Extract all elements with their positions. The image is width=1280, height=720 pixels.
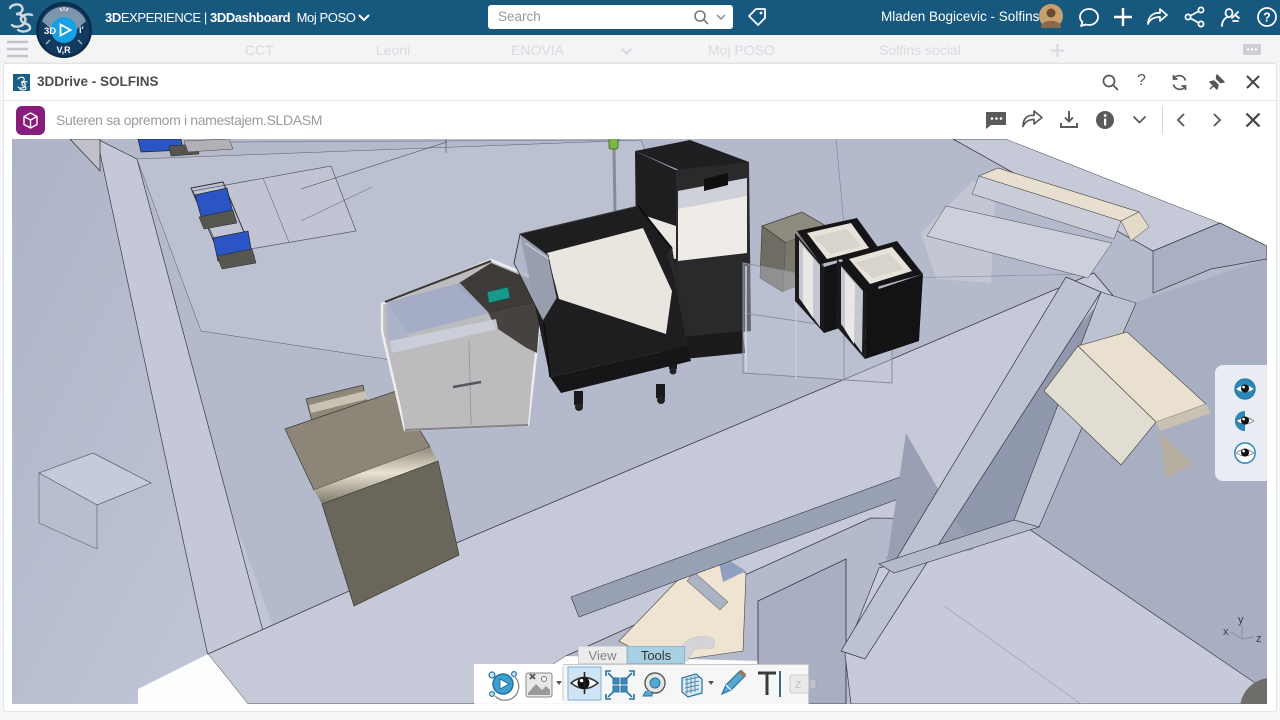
svg-text:i': i': [79, 25, 84, 35]
svg-text:?: ?: [1263, 11, 1271, 25]
svg-text:z: z: [1256, 633, 1262, 645]
svg-text:V,R: V,R: [57, 45, 72, 55]
svg-text:Z: Z: [795, 680, 801, 691]
svg-text:y: y: [1238, 614, 1244, 626]
svg-text:3D: 3D: [44, 26, 56, 37]
svg-text:x: x: [1223, 626, 1229, 638]
